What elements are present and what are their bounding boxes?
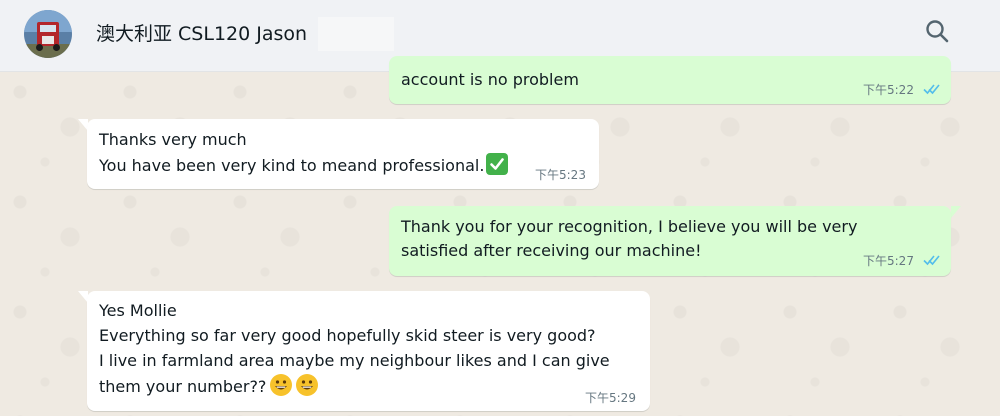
message-time: 下午5:29 — [585, 391, 636, 405]
grinning-face-emoji-icon — [296, 374, 319, 396]
message-text: I live in farmland area maybe my neighbo… — [99, 351, 610, 370]
contact-name[interactable]: 澳大利亚 CSL120 Jason — [96, 20, 307, 48]
message-text: Thank you for your recognition, I believ… — [401, 217, 858, 236]
message-text: them your number?? — [99, 377, 267, 396]
message-text: account is no problem — [401, 70, 579, 89]
message-time: 下午5:23 — [535, 168, 586, 182]
message-text: satisfied after receiving our machine! — [401, 241, 702, 260]
message-text-line: You have been very kind to meand profess… — [99, 153, 509, 178]
bubble-tail — [951, 206, 961, 218]
search-button[interactable] — [922, 16, 954, 48]
message-bubble-outgoing[interactable]: Thank you for your recognition, I believ… — [389, 206, 951, 276]
redacted-area — [318, 17, 394, 51]
check-mark-emoji-icon — [486, 153, 509, 175]
message-time: 下午5:27 — [863, 254, 914, 268]
search-icon — [926, 20, 949, 43]
contact-avatar[interactable] — [24, 10, 72, 58]
read-ticks-icon — [923, 84, 940, 95]
message-text: You have been very kind to meand profess… — [99, 156, 485, 175]
message-text-line: them your number?? — [99, 374, 319, 399]
message-bubble-incoming[interactable]: Thanks very much You have been very kind… — [87, 119, 599, 189]
grinning-face-emoji-icon — [270, 374, 293, 396]
message-text: Yes Mollie — [99, 301, 177, 320]
message-time: 下午5:22 — [863, 83, 914, 97]
message-text: Thanks very much — [99, 130, 247, 149]
read-ticks-icon — [923, 255, 940, 266]
message-bubble-outgoing[interactable]: account is no problem 下午5:22 — [389, 56, 951, 104]
message-bubble-incoming[interactable]: Yes Mollie Everything so far very good h… — [87, 291, 650, 411]
message-text: Everything so far very good hopefully sk… — [99, 326, 596, 345]
